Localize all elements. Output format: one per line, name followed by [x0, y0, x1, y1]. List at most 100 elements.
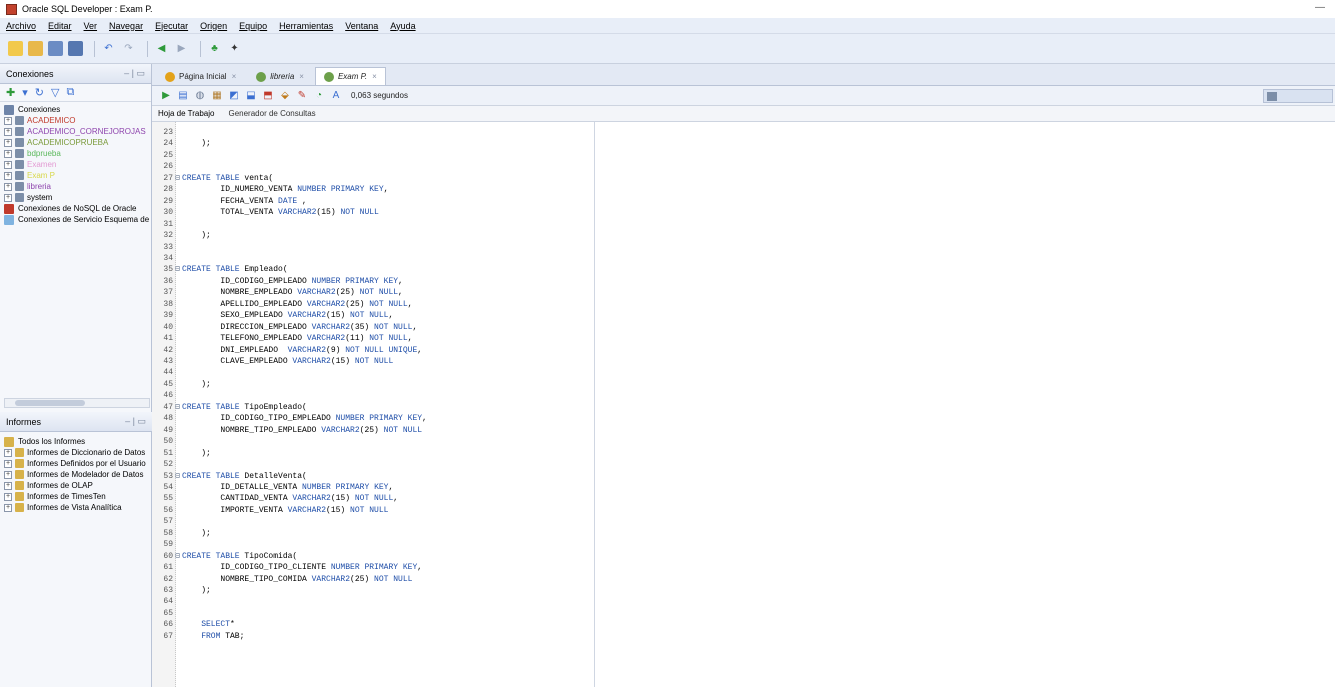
connection-item[interactable]: + bdprueba [0, 148, 151, 159]
code-line[interactable]: 31 [152, 219, 595, 230]
connection-selector[interactable] [1263, 89, 1333, 103]
code-line[interactable]: 54 ID_DETALLE_VENTA NUMBER PRIMARY KEY, [152, 482, 595, 493]
code-line[interactable]: 56 IMPORTE_VENTA VARCHAR2(15) NOT NULL [152, 505, 595, 516]
expand-icon[interactable]: + [4, 138, 12, 147]
expand-icon[interactable]: + [4, 448, 12, 457]
autotrace-icon[interactable]: ◍ [194, 90, 206, 102]
commit-icon[interactable]: ⬓ [245, 90, 257, 102]
code-line[interactable]: 42 DNI_EMPLEADO VARCHAR2(9) NOT NULL UNI… [152, 345, 595, 356]
menu-item[interactable]: Herramientas [279, 21, 333, 31]
report-folder[interactable]: + Informes Definidos por el Usuario [0, 458, 152, 469]
add-connection-icon[interactable]: ✚ [6, 86, 15, 99]
code-line[interactable]: 23 [152, 127, 595, 138]
code-line[interactable]: 64 [152, 596, 595, 607]
menu-item[interactable]: Editar [48, 21, 72, 31]
minimize-button[interactable]: — [1315, 2, 1325, 13]
menu-item[interactable]: Ejecutar [155, 21, 188, 31]
code-line[interactable]: 29 FECHA_VENTA DATE , [152, 196, 595, 207]
connections-root[interactable]: Conexiones [0, 104, 151, 115]
back-icon[interactable]: ◀ [154, 41, 169, 56]
menu-item[interactable]: Navegar [109, 21, 143, 31]
fold-icon[interactable]: ⊟ [173, 551, 182, 562]
code-line[interactable]: 28 ID_NUMERO_VENTA NUMBER PRIMARY KEY, [152, 184, 595, 195]
code-line[interactable]: 67 FROM TAB; [152, 631, 595, 642]
report-folder[interactable]: + Informes de Diccionario de Datos [0, 447, 152, 458]
code-line[interactable]: 30 TOTAL_VENTA VARCHAR2(15) NOT NULL [152, 207, 595, 218]
expand-icon[interactable]: + [4, 492, 12, 501]
menu-item[interactable]: Archivo [6, 21, 36, 31]
expand-icon[interactable]: + [4, 470, 12, 479]
code-line[interactable]: 52 [152, 459, 595, 470]
connection-item[interactable]: + ACADEMICO_CORNEJOROJAS [0, 126, 151, 137]
sql-tuning-icon[interactable]: ◩ [228, 90, 240, 102]
code-line[interactable]: 65 [152, 608, 595, 619]
code-line[interactable]: 35 ⊟ CREATE TABLE Empleado( [152, 264, 595, 275]
expand-icon[interactable]: + [4, 193, 12, 202]
fold-icon[interactable]: ⊟ [173, 173, 182, 184]
code-line[interactable]: 25 [152, 150, 595, 161]
menu-item[interactable]: Origen [200, 21, 227, 31]
reports-root[interactable]: Todos los Informes [0, 436, 152, 447]
expand-icon[interactable]: + [4, 149, 12, 158]
connection-actions-icon[interactable]: ▾ [22, 86, 28, 99]
code-line[interactable]: 59 [152, 539, 595, 550]
report-folder[interactable]: + Informes de Modelador de Datos [0, 469, 152, 480]
run-statement-icon[interactable]: ▶ [160, 90, 172, 102]
code-line[interactable]: 47 ⊟ CREATE TABLE TipoEmpleado( [152, 402, 595, 413]
explain-plan-icon[interactable]: ▦ [211, 90, 223, 102]
close-icon[interactable]: × [299, 72, 304, 81]
code-line[interactable]: 48 ID_CODIGO_TIPO_EMPLEADO NUMBER PRIMAR… [152, 413, 595, 424]
code-line[interactable]: 57 [152, 516, 595, 527]
tuning-icon[interactable]: ✦ [227, 41, 242, 56]
code-line[interactable]: 63 ); [152, 585, 595, 596]
code-line[interactable]: 39 SEXO_EMPLEADO VARCHAR2(15) NOT NULL, [152, 310, 595, 321]
expand-icon[interactable]: + [4, 503, 12, 512]
connection-group[interactable]: Conexiones de Servicio Esquema de [0, 214, 151, 225]
code-line[interactable]: 38 APELLIDO_EMPLEADO VARCHAR2(25) NOT NU… [152, 299, 595, 310]
connection-item[interactable]: + Exam P [0, 170, 151, 181]
refresh-icon[interactable]: ↻ [35, 86, 44, 99]
code-line[interactable]: 41 TELEFONO_EMPLEADO VARCHAR2(11) NOT NU… [152, 333, 595, 344]
tab-2[interactable]: Exam P. × [314, 67, 386, 85]
code-line[interactable]: 58 ); [152, 528, 595, 539]
scrollbar-thumb[interactable] [15, 400, 85, 406]
redo-icon[interactable]: ↷ [121, 41, 136, 56]
code-line[interactable]: 62 NOMBRE_TIPO_COMIDA VARCHAR2(25) NOT N… [152, 574, 595, 585]
code-line[interactable]: 45 ); [152, 379, 595, 390]
connection-item[interactable]: + ACADEMICO [0, 115, 151, 126]
code-line[interactable]: 60 ⊟ CREATE TABLE TipoComida( [152, 551, 595, 562]
report-folder[interactable]: + Informes de OLAP [0, 480, 152, 491]
connection-item[interactable]: + libreria [0, 181, 151, 192]
expand-icon[interactable]: + [4, 481, 12, 490]
close-icon[interactable]: × [232, 72, 237, 81]
save-all-icon[interactable] [68, 41, 83, 56]
migrate-icon[interactable]: ♣ [207, 41, 222, 56]
code-line[interactable]: 53 ⊟ CREATE TABLE DetalleVenta( [152, 471, 595, 482]
code-line[interactable]: 51 ); [152, 448, 595, 459]
sql-editor[interactable]: 23 24 ); 25 26 27 ⊟ CREATE TABLE venta(28 ID_N… [152, 122, 595, 687]
expand-icon[interactable]: + [4, 459, 12, 468]
code-line[interactable]: 43 CLAVE_EMPLEADO VARCHAR2(15) NOT NULL [152, 356, 595, 367]
expand-icon[interactable]: + [4, 160, 12, 169]
menu-item[interactable]: Ver [84, 21, 98, 31]
history-icon[interactable]: ◔ [313, 90, 325, 102]
menu-item[interactable]: Ayuda [390, 21, 415, 31]
code-line[interactable]: 24 ); [152, 138, 595, 149]
run-script-icon[interactable]: ▤ [177, 90, 189, 102]
undo-icon[interactable]: ↶ [101, 41, 116, 56]
code-line[interactable]: 40 DIRECCION_EMPLEADO VARCHAR2(35) NOT N… [152, 322, 595, 333]
tab-1[interactable]: libreria × [247, 67, 313, 85]
fold-icon[interactable]: ⊟ [173, 471, 182, 482]
code-line[interactable]: 26 [152, 161, 595, 172]
schema-browser-icon[interactable]: ⧉ [66, 86, 74, 99]
expand-icon[interactable]: + [4, 182, 12, 191]
clear-icon[interactable]: ✎ [296, 90, 308, 102]
code-line[interactable]: 50 [152, 436, 595, 447]
code-line[interactable]: 49 NOMBRE_TIPO_EMPLEADO VARCHAR2(25) NOT… [152, 425, 595, 436]
code-line[interactable]: 36 ID_CODIGO_EMPLEADO NUMBER PRIMARY KEY… [152, 276, 595, 287]
expand-icon[interactable]: + [4, 171, 12, 180]
rollback-icon[interactable]: ⬒ [262, 90, 274, 102]
connection-item[interactable]: + system [0, 192, 151, 203]
code-line[interactable]: 27 ⊟ CREATE TABLE venta( [152, 173, 595, 184]
connection-item[interactable]: + ACADEMICOPRUEBA [0, 137, 151, 148]
